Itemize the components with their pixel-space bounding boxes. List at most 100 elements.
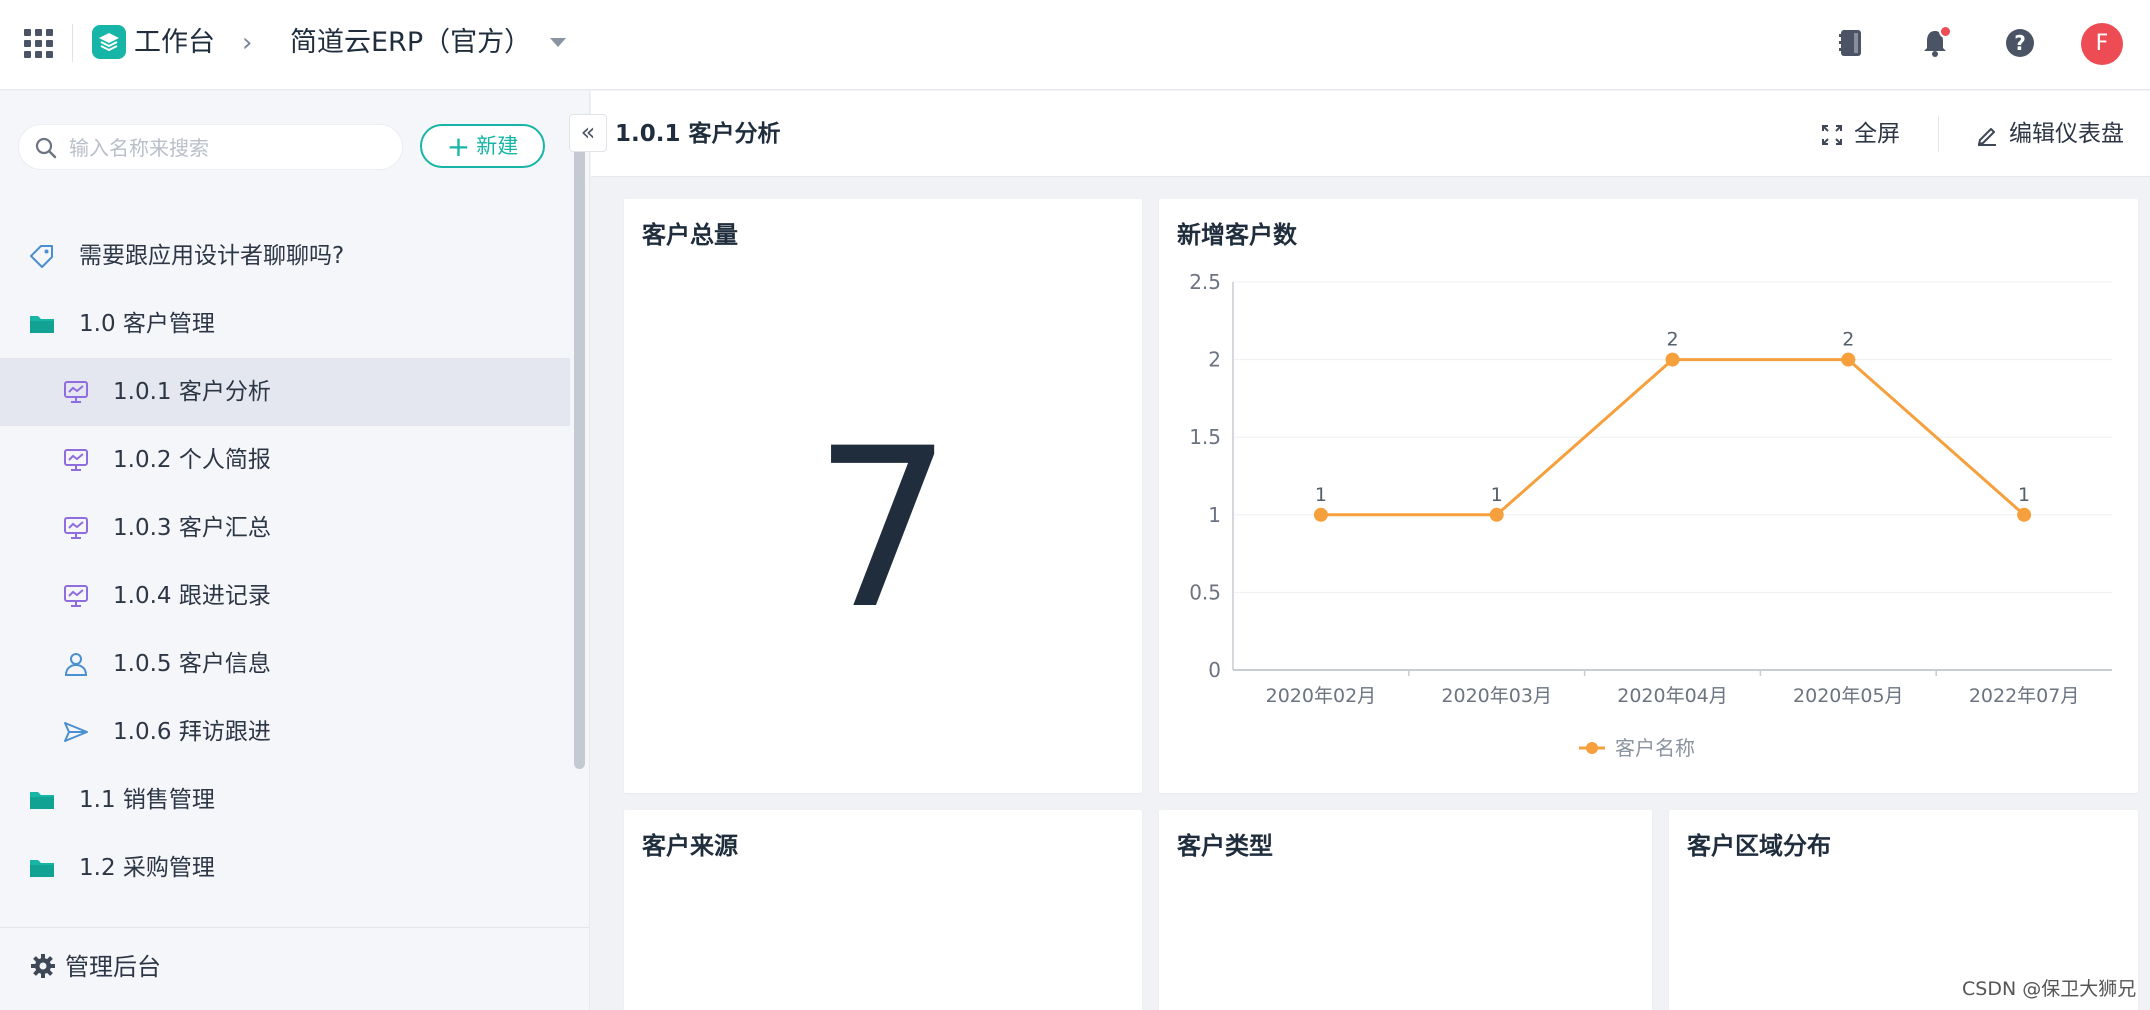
notebook-icon[interactable] <box>1831 24 1869 62</box>
sidebar-item-label: 1.0.3 客户汇总 <box>113 515 271 541</box>
edit-dashboard-label: 编辑仪表盘 <box>2009 121 2124 147</box>
caret-down-icon[interactable] <box>550 38 566 47</box>
sidebar-item[interactable]: 1.0 客户管理 <box>0 290 570 358</box>
customer-type-title: 客户类型 <box>1177 832 1273 860</box>
sidebar-item-label: 1.0.5 客户信息 <box>113 651 271 677</box>
y-tick-label: 0.5 <box>1189 580 1221 604</box>
legend-label: 客户名称 <box>1615 736 1695 760</box>
svg-text:?: ? <box>2014 31 2026 55</box>
dashboard-icon <box>62 379 90 405</box>
admin-backend-link[interactable]: 管理后台 <box>0 927 589 1010</box>
x-tick-label: 2020年03月 <box>1441 685 1552 707</box>
y-tick-label: 2.5 <box>1189 270 1221 294</box>
sidebar-item-label: 1.0 客户管理 <box>79 311 215 337</box>
y-tick-label: 0 <box>1208 658 1221 682</box>
sidebar-item-label: 1.0.2 个人简报 <box>113 447 271 473</box>
help-icon[interactable]: ? <box>2001 24 2039 62</box>
sidebar-item[interactable]: 1.0.1 客户分析 <box>0 358 570 426</box>
nav-list: 需要跟应用设计者聊聊吗? 1.0 客户管理 1.0.1 客户分析 1.0.2 个人简报… <box>0 222 570 923</box>
data-label: 1 <box>1315 484 1327 506</box>
pencil-icon <box>1978 128 1996 146</box>
sidebar-item[interactable]: 1.0.5 客户信息 <box>0 630 570 698</box>
dashboard-header: 1.0.1 客户分析 全屏 编辑仪表盘 <box>591 91 2150 177</box>
new-customers-line-chart: 0 0.5 1 1.5 2 2.5 2020年02月 2020年03月 2020年04月 2020… <box>1189 270 2112 760</box>
fullscreen-label: 全屏 <box>1854 121 1900 147</box>
sidebar-item[interactable]: 1.2 采购管理 <box>0 834 570 902</box>
workbench-logo-icon[interactable] <box>92 25 126 59</box>
page-title: 1.0.1 客户分析 <box>615 121 781 147</box>
data-label: 2 <box>1666 329 1678 351</box>
tag-icon <box>28 243 56 269</box>
sidebar-item[interactable]: 1.3 技术管理 <box>0 902 570 923</box>
dashboard-icon <box>62 515 90 541</box>
user-form-icon <box>62 651 90 677</box>
customer-total-title: 客户总量 <box>642 221 738 249</box>
data-point <box>1313 507 1328 522</box>
watermark: CSDN @保卫大狮兄 <box>1962 978 2137 1000</box>
y-tick-label: 2 <box>1208 348 1221 372</box>
x-tick-label: 2020年04月 <box>1617 685 1728 707</box>
sidebar-item-label: 1.1 销售管理 <box>79 787 215 813</box>
x-tick-label: 2020年05月 <box>1793 685 1904 707</box>
data-point <box>1841 352 1856 367</box>
bell-icon[interactable] <box>1916 24 1954 62</box>
nav-list-viewport: 需要跟应用设计者聊聊吗? 1.0 客户管理 1.0.1 客户分析 1.0.2 个人简报… <box>0 222 570 923</box>
legend-swatch-dot <box>1586 742 1598 754</box>
workbench-link[interactable]: 工作台 <box>134 25 215 61</box>
sidebar: +新建 需要跟应用设计者聊聊吗? 1.0 客户管理 1.0.1 客户分析 1.0.2 … <box>0 91 590 1010</box>
sidebar-item-label: 1.0.1 客户分析 <box>113 379 271 405</box>
search-box <box>18 124 403 170</box>
dashboard-icon <box>62 447 90 473</box>
sidebar-item[interactable]: 1.0.3 客户汇总 <box>0 494 570 562</box>
sidebar-item[interactable]: 1.0.4 跟进记录 <box>0 562 570 630</box>
apps-grid-icon[interactable] <box>22 27 54 59</box>
scrollbar-thumb[interactable] <box>574 121 585 769</box>
folder-icon <box>28 311 56 337</box>
y-tick-label: 1 <box>1208 503 1221 527</box>
customer-type-card: 客户类型 <box>1159 810 1652 1010</box>
plus-icon: + <box>446 130 471 163</box>
fullscreen-icon <box>1822 125 1842 145</box>
data-point <box>2017 507 2032 522</box>
sidebar-scrollbar[interactable] <box>573 121 585 769</box>
admin-backend-label: 管理后台 <box>65 953 161 981</box>
top-bar: 工作台 › 简道云ERP（官方） ? F <box>0 0 2150 90</box>
notification-dot <box>1939 25 1952 38</box>
sidebar-item[interactable]: 需要跟应用设计者聊聊吗? <box>0 222 570 290</box>
chevron-right-icon: › <box>242 28 253 58</box>
search-input[interactable] <box>69 131 389 165</box>
folder-icon <box>28 855 56 881</box>
avatar[interactable]: F <box>2081 23 2123 65</box>
new-button[interactable]: + 新建 <box>420 124 545 168</box>
data-point <box>1489 507 1504 522</box>
customer-total-card: 客户总量 7 <box>624 199 1142 793</box>
sidebar-item-label: 需要跟应用设计者聊聊吗? <box>79 243 345 269</box>
send-icon <box>62 719 90 745</box>
customer-region-title: 客户区域分布 <box>1687 832 1831 860</box>
header-divider <box>1938 116 1939 152</box>
data-label: 1 <box>1491 484 1503 506</box>
data-point <box>1665 352 1680 367</box>
data-label: 2 <box>1842 329 1854 351</box>
topbar-divider <box>72 24 73 62</box>
sidebar-item[interactable]: 1.0.2 个人简报 <box>0 426 570 494</box>
sidebar-item-label: 1.3 技术管理 <box>79 920 215 923</box>
edit-dashboard-button[interactable]: 编辑仪表盘 <box>1976 116 2124 152</box>
x-tick-label: 2022年07月 <box>1969 685 2080 707</box>
y-tick-label: 1.5 <box>1189 425 1221 449</box>
data-label: 1 <box>2018 484 2030 506</box>
app-name[interactable]: 简道云ERP（官方） <box>290 25 531 61</box>
search-icon <box>35 137 57 159</box>
sidebar-item-label: 1.0.4 跟进记录 <box>113 583 271 609</box>
fullscreen-button[interactable]: 全屏 <box>1821 116 1900 152</box>
customer-source-card: 客户来源 <box>624 810 1142 1010</box>
new-button-label: 新建 <box>476 134 519 158</box>
sidebar-item-label: 1.2 采购管理 <box>79 855 215 881</box>
sidebar-item-label: 1.0.6 拜访跟进 <box>113 719 271 745</box>
customer-source-title: 客户来源 <box>642 832 738 860</box>
collapse-sidebar-button[interactable]: « <box>569 114 607 152</box>
sidebar-item[interactable]: 1.1 销售管理 <box>0 766 570 834</box>
gear-icon <box>31 954 55 978</box>
dashboard-icon <box>62 583 90 609</box>
sidebar-item[interactable]: 1.0.6 拜访跟进 <box>0 698 570 766</box>
